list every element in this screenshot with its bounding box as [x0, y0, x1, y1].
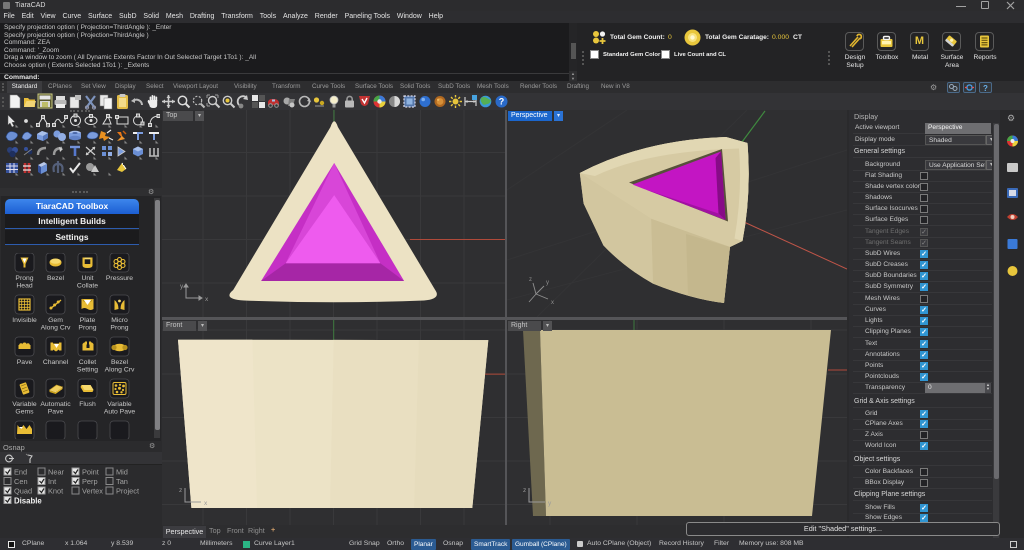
svg-text:Micro: Micro	[111, 317, 128, 324]
svg-text:Prong: Prong	[110, 325, 128, 332]
svg-text:z: z	[179, 487, 182, 494]
svg-text:Knot: Knot	[48, 487, 63, 496]
svg-text:Bezel: Bezel	[47, 275, 64, 282]
svg-text:Vertex: Vertex	[82, 487, 103, 496]
svg-text:Pave: Pave	[17, 359, 33, 366]
svg-text:Quad: Quad	[14, 487, 32, 496]
svg-text:Mid: Mid	[116, 468, 128, 477]
svg-text:Channel: Channel	[43, 359, 69, 366]
svg-text:Cen: Cen	[14, 477, 28, 486]
svg-text:Along Crv: Along Crv	[105, 367, 135, 374]
svg-text:Gem: Gem	[48, 317, 63, 324]
svg-text:Pressure: Pressure	[106, 275, 133, 282]
svg-text:End: End	[14, 468, 27, 477]
svg-text:Int: Int	[48, 477, 56, 486]
svg-text:Project: Project	[116, 487, 139, 496]
svg-text:Setting: Setting	[77, 367, 98, 374]
svg-text:Unit: Unit	[81, 275, 93, 282]
svg-text:Plate: Plate	[80, 317, 96, 324]
svg-text:z: z	[523, 487, 526, 494]
svg-text:x: x	[205, 296, 209, 303]
svg-text:Flush: Flush	[79, 401, 96, 408]
svg-text:Automatic: Automatic	[40, 401, 71, 408]
svg-text:Bezel: Bezel	[111, 359, 128, 366]
svg-text:Gems: Gems	[15, 409, 34, 416]
svg-text:Disable: Disable	[14, 497, 42, 506]
svg-text:Pave: Pave	[48, 409, 64, 416]
svg-text:y: y	[546, 280, 549, 286]
svg-text:x: x	[551, 300, 554, 306]
svg-text:Point: Point	[82, 468, 99, 477]
svg-text:Collate: Collate	[77, 283, 98, 290]
svg-text:Auto Pave: Auto Pave	[104, 409, 136, 416]
svg-text:Collet: Collet	[79, 359, 96, 366]
svg-text:Variable: Variable	[107, 401, 132, 408]
svg-text:y: y	[180, 283, 184, 290]
svg-text:Tan: Tan	[116, 477, 128, 486]
svg-text:Head: Head	[16, 283, 32, 290]
svg-text:Perp: Perp	[82, 477, 98, 486]
svg-text:Invisible: Invisible	[12, 317, 37, 324]
svg-text:Along Crv: Along Crv	[41, 325, 71, 332]
svg-text:Prong: Prong	[78, 325, 96, 332]
svg-text:?: ?	[499, 96, 505, 106]
svg-text:z: z	[529, 277, 532, 283]
svg-text:Prong: Prong	[15, 275, 33, 282]
svg-text:Near: Near	[48, 468, 65, 477]
svg-text:Variable: Variable	[12, 401, 37, 408]
